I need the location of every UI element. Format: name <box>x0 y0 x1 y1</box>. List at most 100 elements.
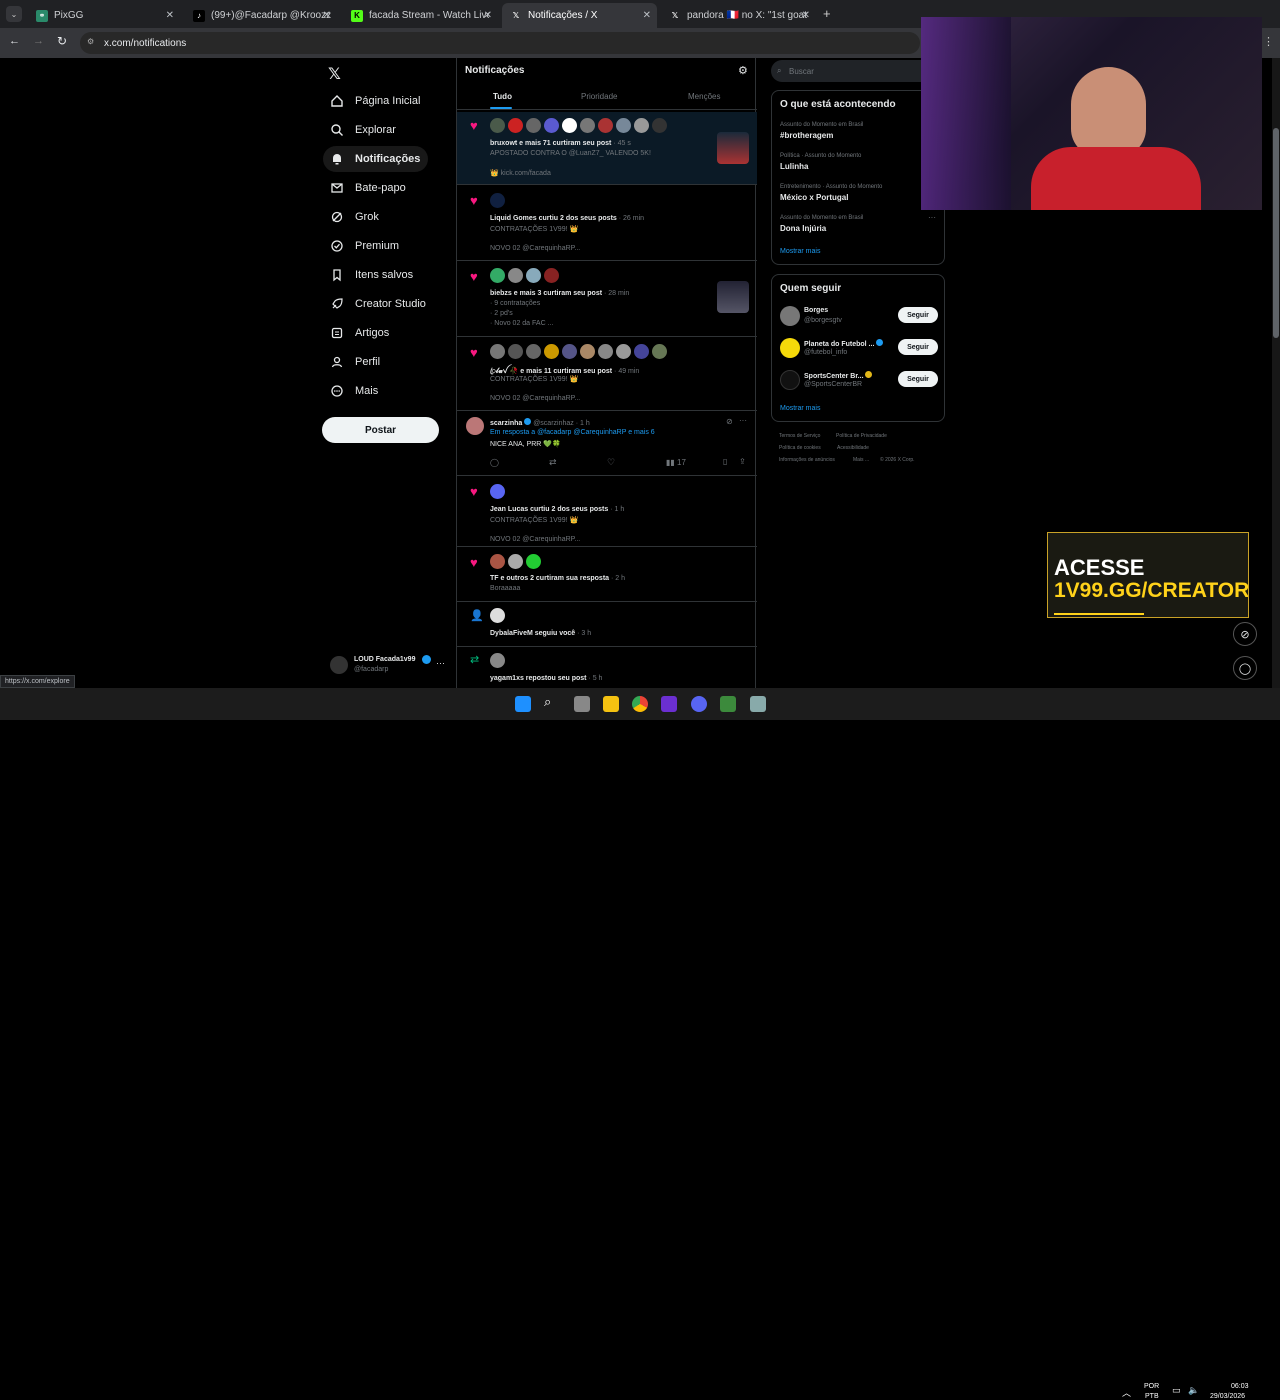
file-explorer-icon[interactable] <box>603 696 619 712</box>
browser-tab[interactable]: ⚭ PixGG ✕ <box>28 3 180 28</box>
sidebar-item-grok[interactable]: Grok <box>323 204 387 230</box>
footer-link[interactable]: Informações de anúncios <box>779 457 835 463</box>
language-indicator[interactable]: POR <box>1144 1383 1159 1390</box>
more-dots-icon[interactable]: ··· <box>928 213 936 222</box>
grok-icon[interactable]: ⊘ <box>726 417 733 426</box>
avatar <box>508 554 523 569</box>
settings-icon[interactable] <box>750 696 766 712</box>
chrome-icon[interactable] <box>632 696 648 712</box>
reload-icon[interactable]: ↻ <box>57 34 67 48</box>
trend-item[interactable]: Dona Injúria <box>780 224 826 233</box>
notification-item[interactable]: ♥ ꦿ𝓵𝓾ꪜ 🥀 e mais 11 curtiram seu post · 4… <box>457 338 757 411</box>
footer-link[interactable]: Termos de Serviço <box>779 433 820 439</box>
follow-name[interactable]: Planeta do Futebol ... <box>804 339 884 348</box>
share-icon[interactable]: ⇪ <box>739 457 746 466</box>
sidebar-item-bookmarks[interactable]: Itens salvos <box>323 262 421 288</box>
trend-category: Entretenimento · Assunto do Momento <box>780 184 883 190</box>
notification-item[interactable]: ♥ Jean Lucas curtiu 2 dos seus posts · 1… <box>457 477 757 547</box>
settings-gear-icon[interactable]: ⚙ <box>738 64 748 77</box>
sidebar-item-home[interactable]: Página Inicial <box>323 88 428 114</box>
avatar-group <box>490 653 505 668</box>
tab-priority[interactable]: Prioridade <box>581 92 617 101</box>
app-icon[interactable] <box>720 696 736 712</box>
account-switcher[interactable]: LOUD Facada1v99 @facadarp ··· <box>328 652 448 678</box>
follow-name[interactable]: SportsCenter Br... <box>804 371 873 380</box>
forward-icon[interactable]: → <box>33 35 44 47</box>
discord-icon[interactable] <box>691 696 707 712</box>
notification-item[interactable]: ♥ TF e outros 2 curtiram sua resposta · … <box>457 548 757 602</box>
browser-tab-active[interactable]: 𝕏 Notificações / X ✕ <box>502 3 657 28</box>
sidebar-item-profile[interactable]: Perfil <box>323 349 388 375</box>
reply-post[interactable]: scarzinha @scarzinhaz · 1 h ⊘ ··· Em res… <box>457 412 757 476</box>
follow-button[interactable]: Seguir <box>898 371 938 387</box>
chevron-up-icon[interactable]: ︿ <box>1122 1386 1131 1399</box>
show-more-link[interactable]: Mostrar mais <box>780 405 820 412</box>
footer-link[interactable]: Mais ... <box>853 457 869 463</box>
sidebar-item-articles[interactable]: Artigos <box>323 320 397 346</box>
browser-tab[interactable]: ♪(99+)@Facadarp @KroozzNS✕ <box>185 3 337 28</box>
x-logo-icon[interactable]: 𝕏 <box>328 64 341 84</box>
show-more-link[interactable]: Mostrar mais <box>780 248 820 255</box>
more-vert-icon[interactable]: ⋮ <box>1263 35 1274 48</box>
clock-date[interactable]: 29/03/2026 <box>1210 1393 1245 1400</box>
tiktok-icon: ♪ <box>193 9 205 22</box>
reply-icon[interactable]: ◯ <box>490 458 499 467</box>
new-tab-icon[interactable]: + <box>823 6 831 21</box>
views-icon[interactable]: ▮▮ 17 <box>666 458 686 467</box>
sidebar-item-notifications[interactable]: Notificações <box>323 146 429 172</box>
footer-link[interactable]: Política de Privacidade <box>836 433 887 439</box>
notification-item[interactable]: ♥ bruxowt e mais 71 curtiram seu post · … <box>457 112 757 185</box>
bookmark-icon[interactable]: ▯ <box>723 457 727 466</box>
more-dots-icon[interactable]: ··· <box>436 658 445 668</box>
sidebar-item-more[interactable]: Mais <box>323 378 386 404</box>
url-field[interactable]: ⚙ x.com/notifications <box>80 32 920 54</box>
close-icon[interactable]: ✕ <box>643 10 651 21</box>
close-icon[interactable]: ✕ <box>484 10 492 21</box>
network-icon[interactable]: ▭ <box>1172 1385 1181 1396</box>
close-icon[interactable]: ✕ <box>166 10 174 21</box>
scrollbar-thumb[interactable] <box>1273 128 1279 338</box>
follow-name[interactable]: Borges <box>804 307 828 314</box>
clock-time[interactable]: 06:03 <box>1231 1383 1249 1390</box>
trend-item[interactable]: México x Portugal <box>780 193 848 202</box>
chat-float-icon[interactable]: ◯ <box>1233 656 1257 680</box>
follow-button[interactable]: Seguir <box>898 339 938 355</box>
back-icon[interactable]: ← <box>9 35 20 47</box>
close-icon[interactable]: ✕ <box>323 10 331 21</box>
repost-icon[interactable]: ⇄ <box>549 457 557 468</box>
promo-headline: ACESSE <box>1054 555 1145 580</box>
tab-all[interactable]: Tudo <box>493 92 512 101</box>
volume-icon[interactable]: 🔈 <box>1188 1385 1199 1396</box>
sidebar-item-chat[interactable]: Bate-papo <box>323 175 414 201</box>
sidebar-item-explore[interactable]: Explorar <box>323 117 404 143</box>
notification-item[interactable]: ♥ biebzs e mais 3 curtiram seu post · 28… <box>457 262 757 337</box>
post-preview: Boraaaaa <box>490 585 521 592</box>
nzxt-icon[interactable] <box>661 696 677 712</box>
tab-search-button[interactable]: ⌄ <box>6 6 22 22</box>
scrollbar[interactable] <box>1272 58 1280 688</box>
footer-link[interactable]: Política de cookies <box>779 445 821 451</box>
post-button[interactable]: Postar <box>322 417 439 443</box>
search-input[interactable]: ⌕ Buscar <box>771 60 945 82</box>
keyboard-layout[interactable]: PTB <box>1145 1393 1159 1400</box>
windows-start-icon[interactable] <box>515 696 531 712</box>
site-info-icon[interactable]: ⚙ <box>87 37 94 46</box>
follow-button[interactable]: Seguir <box>898 307 938 323</box>
footer-link[interactable]: Acessibilidade <box>837 445 869 451</box>
task-view-icon[interactable] <box>574 696 590 712</box>
sidebar-item-premium[interactable]: Premium <box>323 233 407 259</box>
browser-tab[interactable]: Kfacada Stream - Watch Live on✕ <box>343 3 498 28</box>
browser-tab[interactable]: 𝕏pandora 🇫🇷 no X: "1st goat girls✕ <box>661 3 816 28</box>
notification-item[interactable]: ♥ Liquid Gomes curtiu 2 dos seus posts ·… <box>457 186 757 261</box>
search-icon[interactable]: ⌕ <box>544 694 560 710</box>
tab-mentions[interactable]: Menções <box>688 92 720 101</box>
close-icon[interactable]: ✕ <box>802 10 810 21</box>
notification-item[interactable]: ⇄ yagam1xs repostou seu post · 5 h <box>457 648 757 688</box>
like-icon[interactable]: ♡ <box>607 457 615 468</box>
sidebar-item-creator-studio[interactable]: Creator Studio <box>323 291 434 317</box>
trend-item[interactable]: Lulinha <box>780 162 808 171</box>
grok-float-icon[interactable]: ⊘ <box>1233 622 1257 646</box>
trend-item[interactable]: #brotheragem <box>780 131 833 140</box>
more-dots-icon[interactable]: ··· <box>739 416 747 425</box>
notification-item[interactable]: 👤 DybalaFiveM seguiu você · 3 h <box>457 603 757 647</box>
